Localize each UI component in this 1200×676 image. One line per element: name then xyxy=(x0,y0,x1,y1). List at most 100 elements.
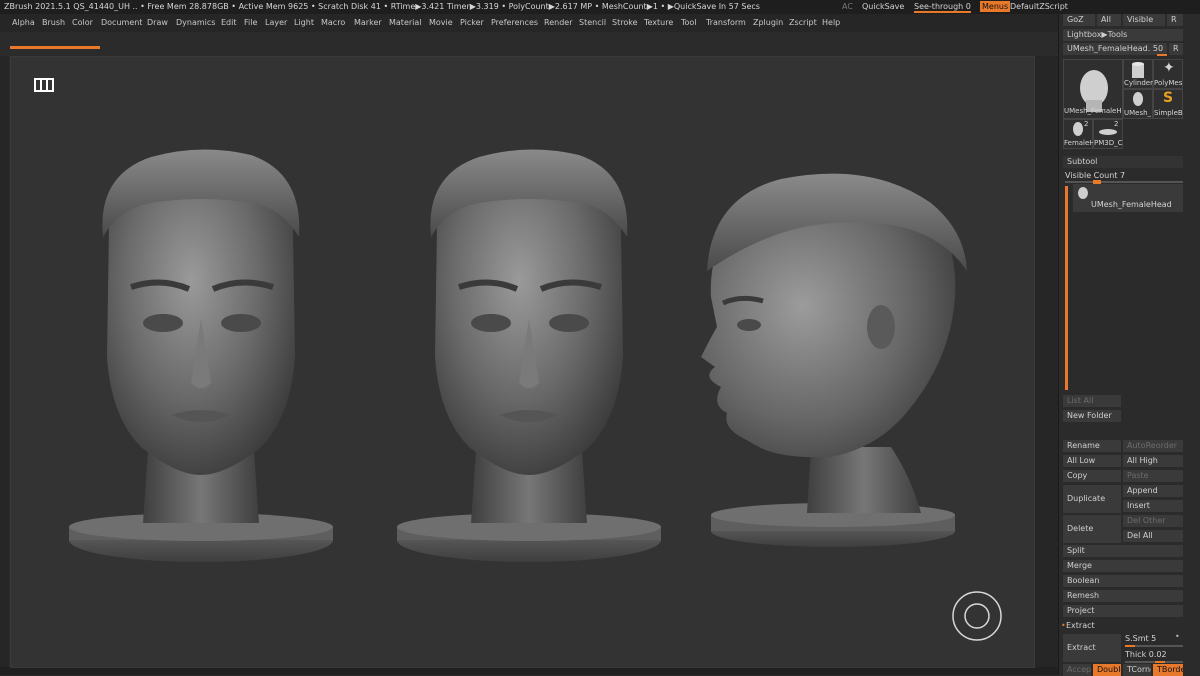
insert-button[interactable]: Insert xyxy=(1123,500,1183,512)
menu-transform[interactable]: Transform xyxy=(706,18,746,27)
all-button[interactable]: All xyxy=(1097,14,1121,26)
menu-stroke[interactable]: Stroke xyxy=(612,18,638,27)
quicksave-button[interactable]: QuickSave xyxy=(862,2,904,11)
left-tray[interactable] xyxy=(0,56,9,668)
menu-help[interactable]: Help xyxy=(822,18,840,27)
menu-zscript[interactable]: Zscript xyxy=(789,18,817,27)
boolean-button[interactable]: Boolean xyxy=(1063,575,1183,587)
extract-button[interactable]: Extract xyxy=(1063,634,1121,662)
rename-button[interactable]: Rename xyxy=(1063,440,1121,452)
del-other-button[interactable]: Del Other xyxy=(1123,515,1183,527)
all-high-button[interactable]: All High xyxy=(1123,455,1183,467)
cylinder-icon xyxy=(1132,62,1144,78)
see-through-slider[interactable]: See-through 0 xyxy=(914,2,971,13)
title-text: ZBrush 2021.5.1 QS_41440_UH .. • Free Me… xyxy=(4,2,760,11)
menu-movie[interactable]: Movie xyxy=(429,18,453,27)
s-smt-slider[interactable]: S.Smt 5 xyxy=(1125,634,1156,643)
menu-light[interactable]: Light xyxy=(294,18,314,27)
menu-edit[interactable]: Edit xyxy=(221,18,237,27)
subtool-item[interactable]: UMesh_FemaleHead xyxy=(1073,184,1183,212)
tool-thumb-polymesh[interactable]: ✦ PolyMes xyxy=(1153,59,1183,89)
del-all-button[interactable]: Del All xyxy=(1123,530,1183,542)
append-button[interactable]: Append xyxy=(1123,485,1183,497)
current-tool-slider[interactable]: UMesh_FemaleHead. 50 xyxy=(1063,43,1167,55)
auto-reorder-button[interactable]: AutoReorder xyxy=(1123,440,1183,452)
snake-icon: S xyxy=(1163,90,1174,106)
menu-layer[interactable]: Layer xyxy=(265,18,287,27)
thick-slider[interactable]: Thick 0.02 xyxy=(1125,650,1167,659)
tool-thumb-femaleh[interactable]: 2 FemaleH xyxy=(1063,119,1095,149)
menu-render[interactable]: Render xyxy=(544,18,572,27)
thumb-label: PM3D_C xyxy=(1094,139,1123,147)
menu-marker[interactable]: Marker xyxy=(354,18,382,27)
merge-button[interactable]: Merge xyxy=(1063,560,1183,572)
head-front-view-1[interactable] xyxy=(69,149,333,562)
remesh-button[interactable]: Remesh xyxy=(1063,590,1183,602)
menu-stencil[interactable]: Stencil xyxy=(579,18,606,27)
thumb-label: UMesh_FemaleH xyxy=(1064,107,1122,115)
menus-button[interactable]: Menus xyxy=(980,1,1011,12)
tool-thumb-pm3d[interactable]: 2 PM3D_C xyxy=(1093,119,1123,149)
sculpt-canvas[interactable] xyxy=(11,57,1034,667)
gizmo-icon[interactable] xyxy=(952,591,1002,641)
star-icon: ✦ xyxy=(1163,60,1175,76)
tborder-toggle[interactable]: TBorde xyxy=(1153,664,1183,676)
thick-fill xyxy=(1155,661,1165,663)
viewport-icon[interactable] xyxy=(34,78,54,92)
extract-header[interactable]: Extract xyxy=(1066,621,1095,630)
menu-draw[interactable]: Draw xyxy=(147,18,168,27)
all-low-button[interactable]: All Low xyxy=(1063,455,1121,467)
thumb-label: PolyMes xyxy=(1154,79,1183,87)
tcorner-toggle[interactable]: TCorne xyxy=(1123,664,1151,676)
project-button[interactable]: Project xyxy=(1063,605,1183,617)
thick-track[interactable] xyxy=(1125,661,1183,663)
new-folder-button[interactable]: New Folder xyxy=(1063,410,1121,422)
menu-material[interactable]: Material xyxy=(389,18,422,27)
menu-picker[interactable]: Picker xyxy=(460,18,484,27)
default-zscript-button[interactable]: DefaultZScript xyxy=(1010,2,1068,11)
active-tab-indicator xyxy=(10,46,100,49)
double-toggle[interactable]: Double xyxy=(1093,664,1121,676)
visible-button[interactable]: Visible xyxy=(1123,14,1165,26)
tool-thumb-umesh-femalehead[interactable]: UMesh_FemaleH xyxy=(1063,59,1123,119)
subtool-header[interactable]: Subtool xyxy=(1063,156,1183,168)
delete-button[interactable]: Delete xyxy=(1063,515,1121,543)
split-button[interactable]: Split xyxy=(1063,545,1183,557)
current-tool-r-button[interactable]: R xyxy=(1169,43,1183,55)
subtool-item-name: UMesh_FemaleHead xyxy=(1091,200,1172,209)
visible-count-slider[interactable] xyxy=(1065,181,1183,183)
ac-label[interactable]: AC xyxy=(842,2,853,11)
menu-tool[interactable]: Tool xyxy=(681,18,697,27)
menu-texture[interactable]: Texture xyxy=(644,18,673,27)
canvas-viewport[interactable] xyxy=(10,56,1035,668)
visible-count-label: Visible Count 7 xyxy=(1065,171,1126,180)
paste-button[interactable]: Paste xyxy=(1123,470,1183,482)
duplicate-button[interactable]: Duplicate xyxy=(1063,485,1121,513)
menu-file[interactable]: File xyxy=(244,18,257,27)
tool-thumb-simplebrush[interactable]: S SimpleB xyxy=(1153,89,1183,119)
dot-icon: • xyxy=(1175,632,1180,641)
goz-button[interactable]: GoZ xyxy=(1063,14,1095,26)
extract-bullet: • xyxy=(1061,621,1066,630)
list-all-button[interactable]: List All xyxy=(1063,395,1121,407)
lightbox-tools-button[interactable]: Lightbox▶Tools xyxy=(1063,29,1183,41)
menu-brush[interactable]: Brush xyxy=(42,18,65,27)
r-button[interactable]: R xyxy=(1167,14,1183,26)
thumb-label: SimpleB xyxy=(1154,109,1183,117)
menu-macro[interactable]: Macro xyxy=(321,18,345,27)
copy-button[interactable]: Copy xyxy=(1063,470,1121,482)
menu-document[interactable]: Document xyxy=(101,18,142,27)
subtool-scrollbar[interactable] xyxy=(1065,186,1068,390)
accept-button[interactable]: Accept xyxy=(1063,664,1091,676)
head-side-view[interactable] xyxy=(701,173,967,547)
head-front-view-2[interactable] xyxy=(397,149,661,562)
right-tray[interactable] xyxy=(1034,56,1058,668)
tool-thumb-cylinder[interactable]: Cylinder xyxy=(1123,59,1153,89)
menu-color[interactable]: Color xyxy=(72,18,93,27)
menu-zplugin[interactable]: Zplugin xyxy=(753,18,783,27)
menu-bar: Alpha Brush Color Document Draw Dynamics… xyxy=(0,14,1058,32)
tool-thumb-umesh[interactable]: UMesh_ xyxy=(1123,89,1153,119)
menu-alpha[interactable]: Alpha xyxy=(12,18,35,27)
menu-dynamics[interactable]: Dynamics xyxy=(176,18,215,27)
menu-preferences[interactable]: Preferences xyxy=(491,18,538,27)
